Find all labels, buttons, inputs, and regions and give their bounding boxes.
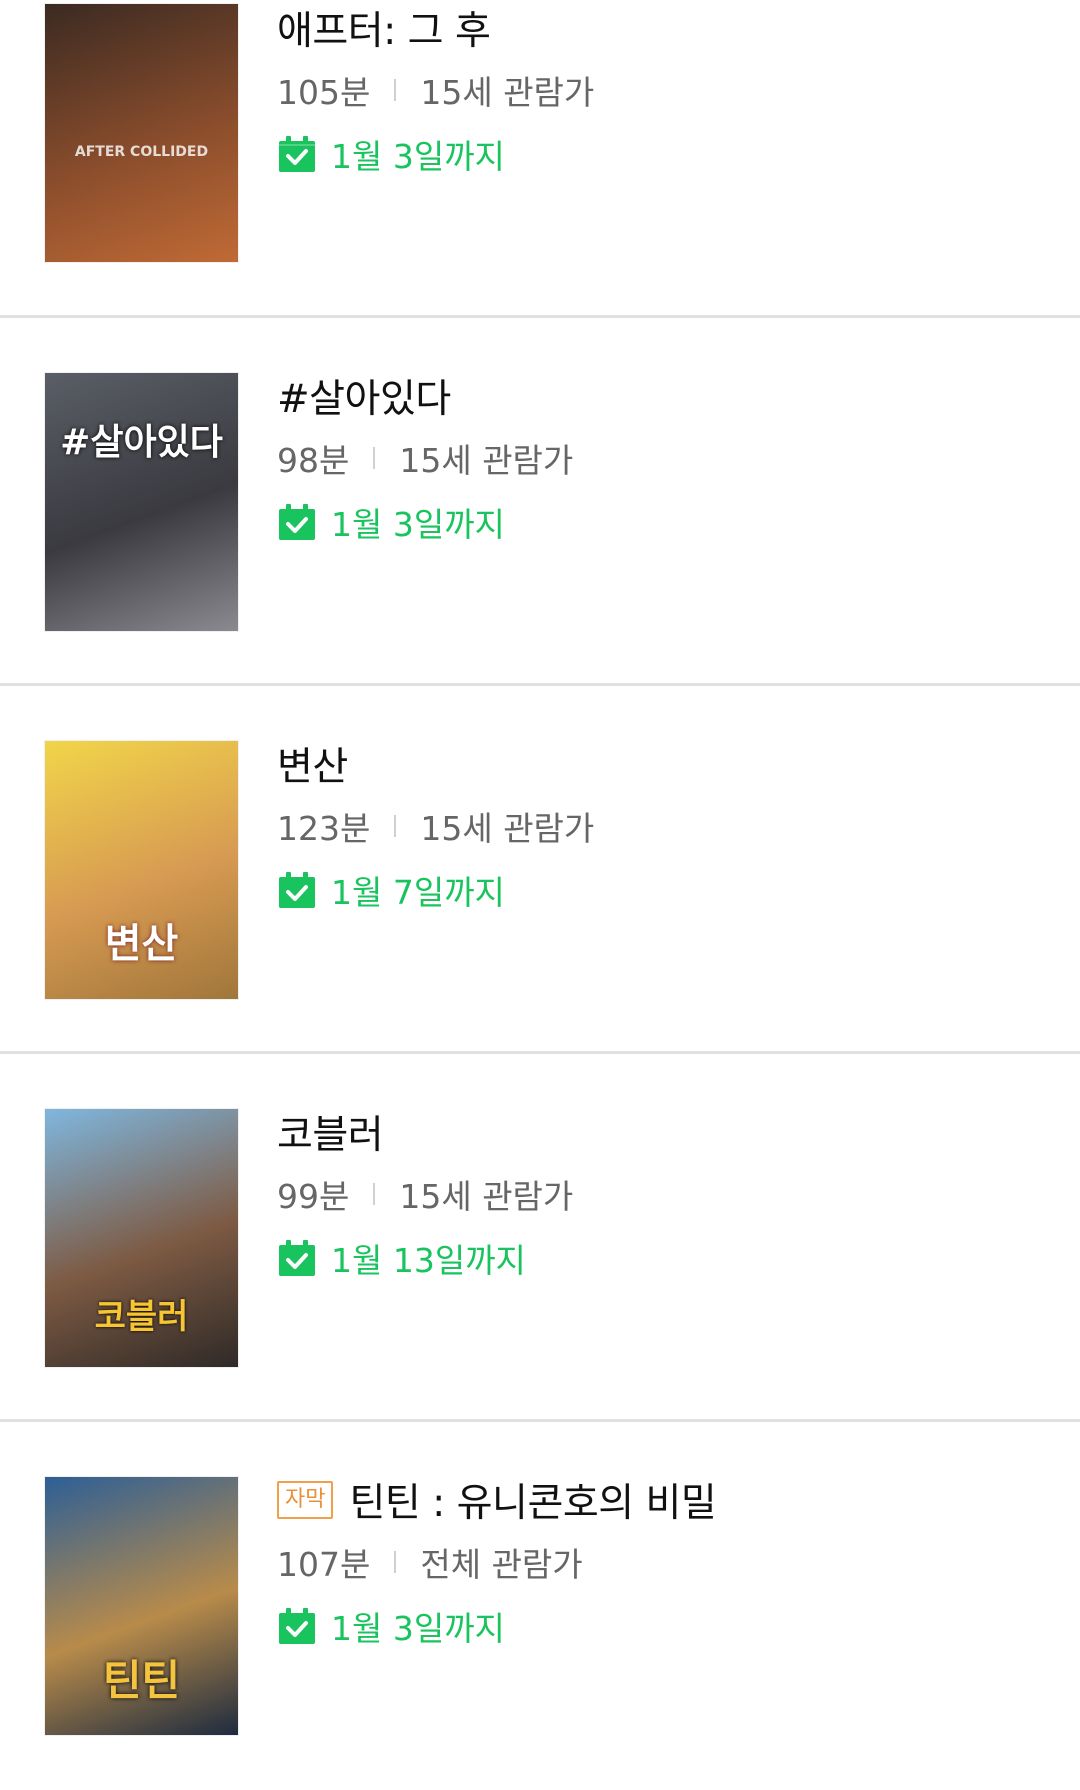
until-row: 1월 3일까지 [277,498,1060,546]
divider [373,447,376,469]
movie-info: 변산 123분 15세 관람가 1월 7일까지 [277,736,1060,914]
divider [373,1183,376,1205]
divider [394,815,397,837]
screening-until: 1월 3일까지 [331,505,505,544]
title-row: 변산 [277,736,1060,792]
title-row: #살아있다 [277,368,1060,424]
screening-until: 1월 13일까지 [331,1241,526,1280]
poster-caption: AFTER COLLIDED [74,144,209,160]
meta-row: 105분 15세 관람가 [277,66,1060,114]
meta-row: 123분 15세 관람가 [277,802,1060,850]
until-row: 1월 3일까지 [277,1602,1060,1650]
age-rating: 15세 관람가 [399,441,574,480]
meta-row: 99분 15세 관람가 [277,1170,1060,1218]
calendar-check-icon [279,1608,315,1644]
list-item[interactable]: 코블러 코블러 99분 15세 관람가 1월 13일까지 [0,1054,1080,1422]
movie-poster[interactable]: 틴틴 [45,1477,238,1735]
runtime: 107분 [277,1545,371,1584]
calendar-check-icon [279,1240,315,1276]
list-item[interactable]: 변산 변산 123분 15세 관람가 1월 7일까지 [0,686,1080,1054]
list-item[interactable]: 틴틴 자막 틴틴 : 유니콘호의 비밀 107분 전체 관람가 1월 3일까지 [0,1422,1080,1790]
age-rating: 15세 관람가 [420,73,595,112]
movie-info: 애프터: 그 후 105분 15세 관람가 1월 3일까지 [277,0,1060,178]
runtime: 123분 [277,809,371,848]
runtime: 99분 [277,1177,350,1216]
movie-list: AFTER COLLIDED 애프터: 그 후 105분 15세 관람가 1월 … [0,0,1080,1790]
screening-until: 1월 7일까지 [331,873,505,912]
title-row: 애프터: 그 후 [277,0,1060,56]
divider [394,79,397,101]
until-row: 1월 3일까지 [277,130,1060,178]
movie-info: 코블러 99분 15세 관람가 1월 13일까지 [277,1104,1060,1282]
meta-row: 98분 15세 관람가 [277,434,1060,482]
screening-until: 1월 3일까지 [331,1609,505,1648]
movie-poster[interactable]: 변산 [45,741,238,999]
movie-poster[interactable]: AFTER COLLIDED [45,4,238,262]
movie-poster[interactable]: 코블러 [45,1109,238,1367]
screening-until: 1월 3일까지 [331,137,505,176]
calendar-check-icon [279,872,315,908]
age-rating: 15세 관람가 [399,1177,574,1216]
calendar-check-icon [279,504,315,540]
until-row: 1월 13일까지 [277,1234,1060,1282]
movie-poster[interactable]: #살아있다 [45,373,238,631]
title-row: 자막 틴틴 : 유니콘호의 비밀 [277,1472,1060,1528]
movie-info: 자막 틴틴 : 유니콘호의 비밀 107분 전체 관람가 1월 3일까지 [277,1472,1060,1650]
divider [394,1551,397,1573]
meta-row: 107분 전체 관람가 [277,1538,1060,1586]
movie-title[interactable]: 변산 [277,736,348,792]
poster-caption: #살아있다 [60,422,223,463]
movie-title[interactable]: 틴틴 : 유니콘호의 비밀 [349,1472,716,1528]
movie-info: #살아있다 98분 15세 관람가 1월 3일까지 [277,368,1060,546]
list-item[interactable]: AFTER COLLIDED 애프터: 그 후 105분 15세 관람가 1월 … [0,0,1080,318]
poster-caption: 코블러 [94,1297,189,1337]
runtime: 105분 [277,73,371,112]
calendar-check-icon [279,136,315,172]
list-item[interactable]: #살아있다 #살아있다 98분 15세 관람가 1월 3일까지 [0,318,1080,686]
poster-caption: 틴틴 [102,1656,181,1705]
movie-title[interactable]: #살아있다 [277,368,451,424]
age-rating: 15세 관람가 [420,809,595,848]
age-rating: 전체 관람가 [420,1545,583,1584]
title-row: 코블러 [277,1104,1060,1160]
poster-caption: 변산 [104,921,179,967]
subtitle-badge: 자막 [277,1481,334,1519]
movie-title[interactable]: 코블러 [277,1104,384,1160]
movie-title[interactable]: 애프터: 그 후 [277,0,491,56]
runtime: 98분 [277,441,350,480]
until-row: 1월 7일까지 [277,866,1060,914]
